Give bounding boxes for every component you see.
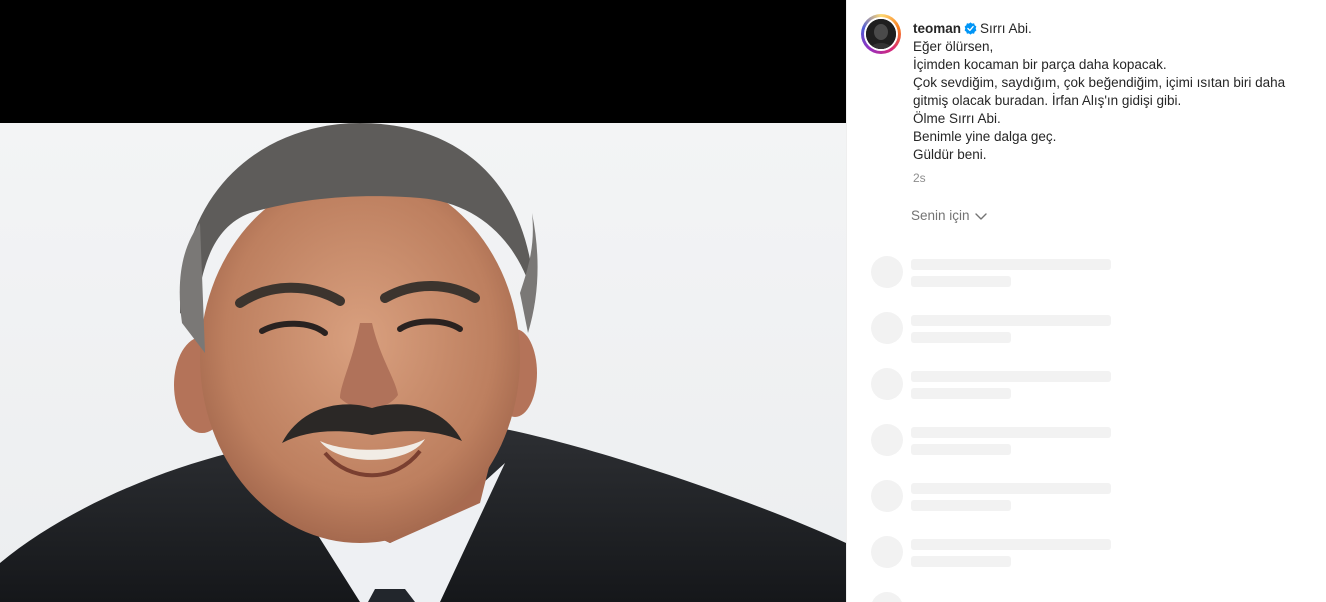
avatar[interactable] (861, 14, 901, 54)
caption-line: Ölme Sırrı Abi. (913, 111, 1001, 126)
caption-line: İçimden kocaman bir parça daha kopacak. (913, 57, 1167, 72)
comment-sort-label: Senin için (911, 208, 970, 223)
comment-sort-dropdown[interactable]: Senin için (911, 208, 987, 223)
comment-skeleton (871, 368, 1311, 408)
caption-line: Güldür beni. (913, 147, 987, 162)
caption-line: Sırrı Abi. (980, 21, 1032, 36)
chevron-down-icon (974, 212, 987, 220)
post-timestamp[interactable]: 2s (913, 171, 926, 185)
post-caption: teoman Sırrı Abi. Eğer ölürsen, İçimden k… (913, 20, 1313, 164)
verified-badge-icon (964, 22, 977, 35)
avatar-image (866, 19, 896, 49)
comment-skeleton (871, 312, 1311, 352)
comment-skeleton (871, 424, 1311, 464)
avatar-frame (864, 17, 898, 51)
comment-skeleton (871, 592, 1311, 602)
comment-skeleton (871, 256, 1311, 296)
post-side-panel: teoman Sırrı Abi. Eğer ölürsen, İçimden k… (846, 0, 1326, 602)
caption-line: Eğer ölürsen, (913, 39, 994, 54)
caption-line: Çok sevdiğim, saydığım, çok beğendiğim, … (913, 75, 1286, 90)
post-media[interactable] (0, 0, 846, 602)
caption-line: gitmiş olacak buradan. İrfan Alış'ın gid… (913, 93, 1182, 108)
caption-line: Benimle yine dalga geç. (913, 129, 1057, 144)
username-link[interactable]: teoman (913, 21, 961, 36)
comment-skeleton (871, 480, 1311, 520)
post-photo (0, 123, 846, 602)
comment-skeleton (871, 536, 1311, 576)
